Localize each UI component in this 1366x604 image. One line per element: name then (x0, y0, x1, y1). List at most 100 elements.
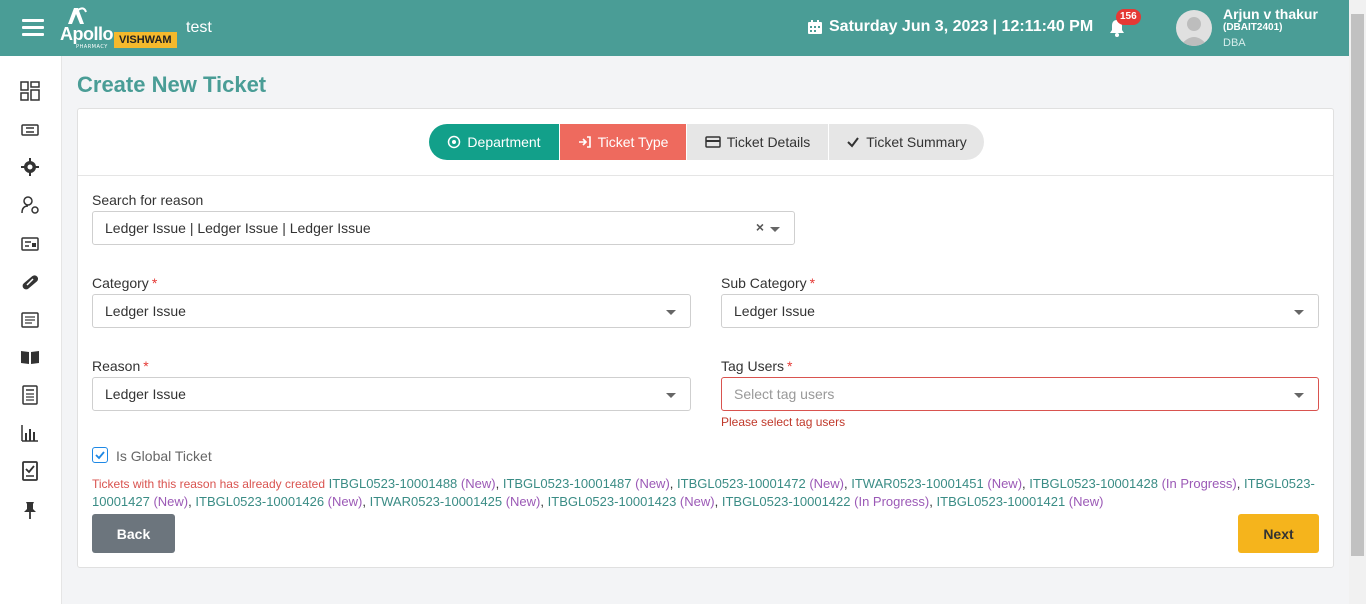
sub-category-value: Ledger Issue (734, 303, 815, 319)
ticket-link[interactable]: ITWAR0523-10001451 (851, 476, 984, 491)
step-department[interactable]: Department (429, 124, 559, 160)
checklist-icon[interactable] (20, 461, 40, 481)
search-reason-select[interactable]: Ledger Issue | Ledger Issue | Ledger Iss… (92, 211, 795, 245)
tag-users-select[interactable]: Select tag users (721, 377, 1319, 411)
clear-icon[interactable]: × (756, 219, 764, 235)
apollo-logo[interactable]: Apollo PHARMACY VISHWAM (60, 6, 177, 52)
check-icon (847, 137, 859, 148)
ticket-link[interactable]: ITBGL0523-10001423 (548, 494, 677, 509)
step-ticket-summary[interactable]: Ticket Summary (829, 124, 984, 160)
datetime-display: Saturday Jun 3, 2023 | 12:11:40 PM (807, 18, 1093, 36)
ticket-icon[interactable] (20, 120, 40, 140)
sign-in-icon (578, 136, 591, 148)
required-marker: * (809, 275, 816, 291)
ticket-status: (New) (809, 476, 844, 491)
category-label: Category * (92, 275, 158, 291)
chevron-down-icon (770, 227, 780, 232)
bar-chart-icon[interactable] (20, 423, 40, 443)
tag-users-error: Please select tag users (721, 415, 846, 429)
sub-category-label: Sub Category * (721, 275, 816, 291)
category-select[interactable]: Ledger Issue (92, 294, 691, 328)
reason-value: Ledger Issue (105, 386, 186, 402)
required-marker: * (143, 358, 149, 374)
logo-mark-icon (68, 7, 87, 24)
chevron-down-icon (1294, 393, 1304, 398)
search-reason-label: Search for reason (92, 192, 204, 208)
pill-icon[interactable] (20, 272, 40, 292)
required-marker: * (151, 275, 158, 291)
chevron-down-icon (666, 310, 676, 315)
calendar-icon (808, 20, 822, 34)
user-settings-icon[interactable] (20, 195, 40, 215)
user-role: DBA (1223, 37, 1246, 49)
user-id: (DBAIT2401) (1223, 22, 1283, 33)
ticket-link[interactable]: ITBGL0523-10001428 (1029, 476, 1158, 491)
logo-sub: PHARMACY (76, 44, 108, 50)
ticket-status: (New) (679, 494, 715, 509)
ticket-status: (In Progress) (854, 494, 930, 509)
reason-label: Reason * (92, 358, 149, 374)
global-ticket-label: Is Global Ticket (116, 448, 212, 464)
global-ticket-checkbox[interactable] (92, 447, 108, 463)
page-title: Create New Ticket (77, 72, 267, 97)
reason-select[interactable]: Ledger Issue (92, 377, 691, 411)
checkmark-icon (95, 451, 105, 460)
menu-icon[interactable] (22, 19, 44, 37)
pin-icon[interactable] (20, 500, 40, 520)
top-header: Apollo PHARMACY VISHWAM test Saturday Ju… (0, 0, 1366, 56)
datetime-text: Saturday Jun 3, 2023 | 12:11:40 PM (829, 18, 1094, 35)
ticket-status: (New) (635, 476, 670, 491)
logo-tag: VISHWAM (114, 32, 177, 48)
tag-users-placeholder: Select tag users (734, 386, 835, 402)
step-label: Ticket Summary (866, 134, 967, 150)
document-list-icon[interactable] (20, 310, 40, 330)
ticket-link[interactable]: ITBGL0523-10001426 (195, 494, 324, 509)
notification-badge: 156 (1116, 9, 1141, 25)
department-icon (448, 135, 461, 149)
page-scrollbar[interactable] (1349, 0, 1366, 604)
ticket-link[interactable]: ITWAR0523-10001425 (370, 494, 503, 509)
ticket-status: (New) (505, 494, 541, 509)
logo-brand: Apollo (60, 24, 114, 44)
step-ticket-type[interactable]: Ticket Type (560, 124, 686, 160)
stepper: Department Ticket Type Ticket Details Ti… (78, 109, 1333, 176)
category-value: Ledger Issue (105, 303, 186, 319)
ticket-form-card: Department Ticket Type Ticket Details Ti… (77, 108, 1334, 568)
ticket-status: (New) (327, 494, 363, 509)
next-button[interactable]: Next (1238, 514, 1319, 553)
chevron-down-icon (1294, 310, 1304, 315)
ticket-link[interactable]: ITBGL0523-10001472 (677, 476, 806, 491)
ticket-status: (New) (987, 476, 1023, 491)
chevron-down-icon (666, 393, 676, 398)
calculator-icon[interactable] (20, 385, 40, 405)
ticket-link[interactable]: ITBGL0523-10001421 (937, 494, 1066, 509)
ticket-link[interactable]: ITBGL0523-10001422 (722, 494, 851, 509)
required-marker: * (787, 358, 793, 374)
ticket-status: (New) (153, 494, 189, 509)
book-icon[interactable] (20, 347, 40, 367)
sub-category-select[interactable]: Ledger Issue (721, 294, 1319, 328)
ticket-link[interactable]: ITBGL0523-10001488 (329, 476, 458, 491)
dashboard-icon[interactable] (20, 81, 40, 101)
user-name[interactable]: Arjun v thakur (1223, 6, 1318, 22)
step-label: Department (467, 134, 541, 150)
gear-icon[interactable] (20, 157, 40, 177)
step-ticket-details[interactable]: Ticket Details (687, 124, 828, 160)
avatar[interactable] (1176, 10, 1212, 46)
credit-card-icon (704, 136, 721, 148)
existing-tickets-lead: Tickets with this reason has already cre… (92, 477, 325, 491)
step-label: Ticket Details (726, 134, 811, 150)
tag-users-label: Tag Users * (721, 358, 793, 374)
search-reason-value: Ledger Issue | Ledger Issue | Ledger Iss… (105, 220, 371, 236)
user-avatar-icon (1180, 17, 1208, 46)
step-label: Ticket Type (597, 134, 669, 150)
ticket-status: (New) (1068, 494, 1104, 509)
app-name: test (186, 19, 212, 36)
existing-tickets-notice: Tickets with this reason has already cre… (92, 476, 1315, 509)
sidebar (0, 56, 62, 604)
ticket-link[interactable]: ITBGL0523-10001487 (503, 476, 632, 491)
id-card-icon[interactable] (20, 234, 40, 254)
scrollbar-thumb[interactable] (1351, 14, 1364, 556)
ticket-status: (In Progress) (1161, 476, 1237, 491)
back-button[interactable]: Back (92, 514, 175, 553)
